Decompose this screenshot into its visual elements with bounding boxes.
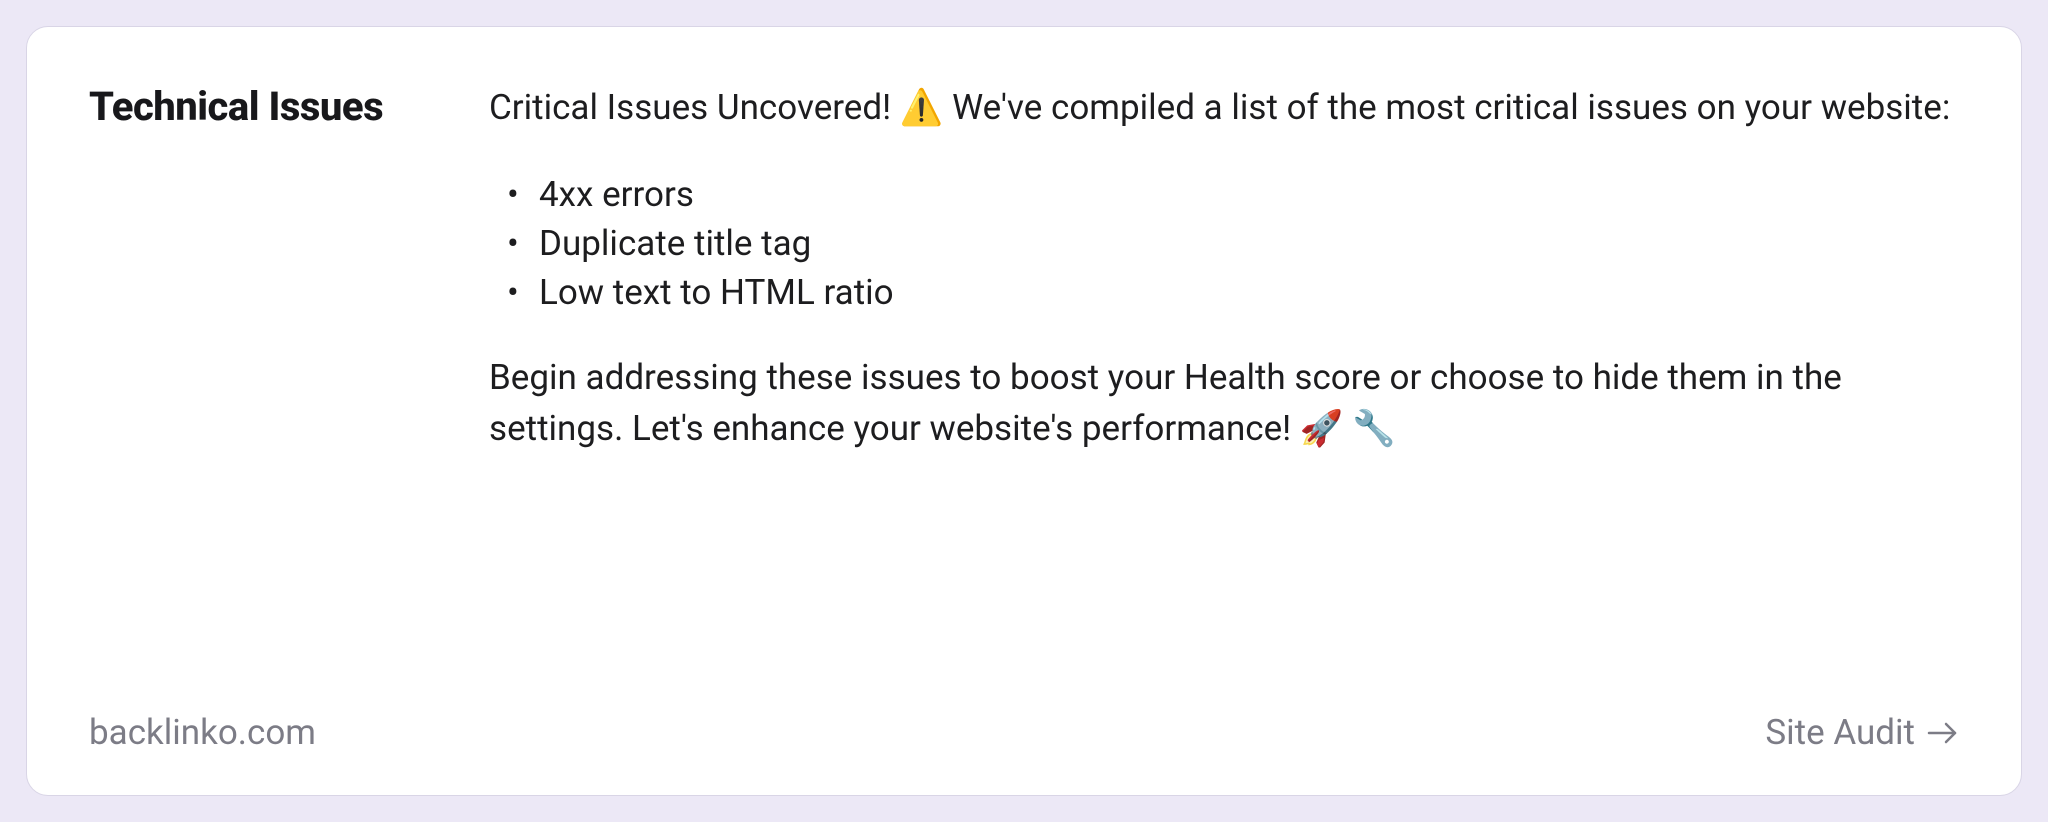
domain-label: backlinko.com	[89, 712, 316, 753]
card-footer: backlinko.com Site Audit	[89, 712, 1959, 753]
site-audit-link[interactable]: Site Audit	[1765, 712, 1959, 753]
card-heading: Technical Issues	[89, 83, 409, 131]
outro-text: Begin addressing these issues to boost y…	[489, 357, 1842, 449]
intro-prefix: Critical Issues Uncovered!	[489, 87, 900, 128]
warning-icon: ⚠️	[900, 87, 944, 128]
card-left-column: Technical Issues	[89, 83, 409, 684]
outro-paragraph: Begin addressing these issues to boost y…	[489, 353, 1959, 455]
technical-issues-card: Technical Issues Critical Issues Uncover…	[26, 26, 2022, 796]
card-content: Technical Issues Critical Issues Uncover…	[89, 83, 1959, 684]
list-item: 4xx errors	[489, 170, 1959, 219]
card-right-column: Critical Issues Uncovered! ⚠️ We've comp…	[489, 83, 1959, 684]
list-item: Low text to HTML ratio	[489, 268, 1959, 317]
arrow-right-icon	[1927, 721, 1959, 745]
intro-suffix: We've compiled a list of the most critic…	[943, 87, 1950, 128]
wrench-icon: 🔧	[1352, 408, 1396, 449]
intro-paragraph: Critical Issues Uncovered! ⚠️ We've comp…	[489, 83, 1959, 134]
rocket-icon: 🚀	[1300, 408, 1344, 449]
list-item: Duplicate title tag	[489, 219, 1959, 268]
site-audit-label: Site Audit	[1765, 712, 1915, 753]
issues-list: 4xx errors Duplicate title tag Low text …	[489, 170, 1959, 317]
